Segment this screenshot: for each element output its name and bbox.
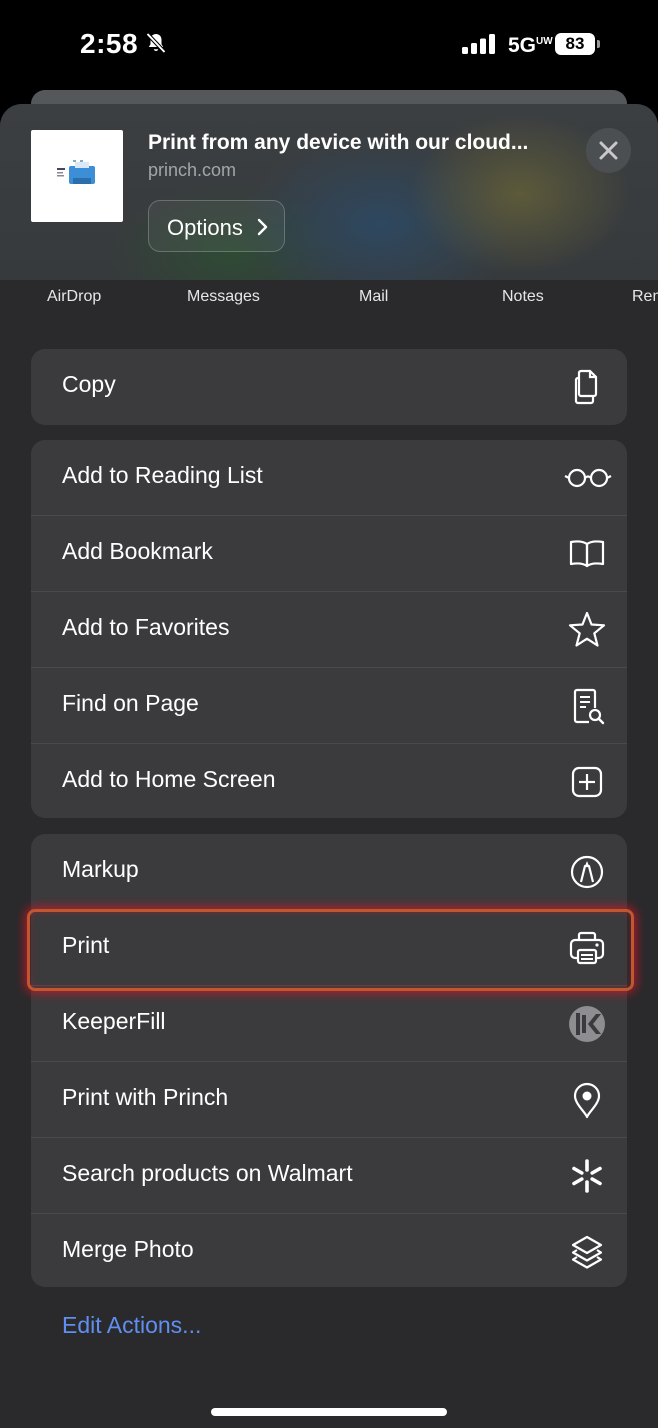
action-add-bookmark[interactable]: Add Bookmark (31, 516, 627, 592)
action-copy[interactable]: Copy (31, 349, 627, 425)
find-document-icon (573, 688, 605, 725)
action-add-home-screen[interactable]: Add to Home Screen (31, 744, 627, 818)
clock-time: 2:58 (80, 28, 139, 59)
app-mail[interactable]: Mail (359, 288, 388, 306)
action-label: Add to Favorites (62, 614, 230, 640)
battery-indicator: 83 (555, 33, 603, 57)
action-search-walmart[interactable]: Search products on Walmart (31, 1138, 627, 1214)
action-find-on-page[interactable]: Find on Page (31, 668, 627, 744)
app-messages[interactable]: Messages (187, 288, 260, 306)
close-button[interactable] (586, 128, 631, 173)
action-group-safari: Add to Reading List Add Bookmark Add to … (31, 440, 627, 818)
chevron-right-icon (257, 218, 268, 236)
action-print[interactable]: Print (31, 910, 627, 986)
edit-actions-link[interactable]: Edit Actions... (62, 1312, 201, 1339)
location-pin-icon (573, 1082, 601, 1119)
app-notes[interactable]: Notes (502, 288, 544, 306)
app-reminders[interactable]: Rem (632, 288, 658, 306)
action-group-extensions: Markup Print KeeperFill Print with Princ (31, 834, 627, 1287)
network-label: 5GUW (508, 34, 553, 57)
action-label: Markup (62, 856, 139, 882)
action-add-reading-list[interactable]: Add to Reading List (31, 440, 627, 516)
action-group-copy: Copy (31, 349, 627, 425)
cellular-signal-icon (462, 34, 495, 54)
app-airdrop[interactable]: AirDrop (47, 288, 101, 306)
walmart-spark-icon (572, 1159, 602, 1193)
status-bar: 2:58 5GUW 83 (0, 0, 658, 90)
action-print-with-princh[interactable]: Print with Princh (31, 1062, 627, 1138)
printer-icon (569, 931, 605, 965)
action-label: Find on Page (62, 690, 199, 716)
share-preview-header: Print from any device with our cloud... … (0, 104, 658, 280)
action-add-favorites[interactable]: Add to Favorites (31, 592, 627, 668)
home-indicator[interactable] (211, 1408, 447, 1416)
action-label: Print with Princh (62, 1084, 229, 1110)
glasses-icon (564, 468, 612, 488)
options-label: Options (167, 215, 243, 240)
action-label: Search products on Walmart (62, 1160, 353, 1186)
action-label: Merge Photo (62, 1236, 194, 1262)
close-icon (599, 141, 618, 160)
keeper-icon (569, 1006, 605, 1042)
action-label: Add to Reading List (62, 462, 263, 488)
action-label: Add Bookmark (62, 538, 213, 564)
options-button[interactable]: Options (148, 200, 285, 252)
markup-icon (570, 855, 604, 889)
bell-slash-icon (146, 32, 166, 54)
action-label: KeeperFill (62, 1008, 166, 1034)
battery-level: 83 (555, 33, 595, 55)
preview-title: Print from any device with our cloud... (148, 131, 529, 154)
star-icon (568, 611, 606, 647)
share-apps-row: AirDrop Messages Mail Notes Rem (0, 280, 658, 320)
action-keeperfill[interactable]: KeeperFill (31, 986, 627, 1062)
action-label: Add to Home Screen (62, 766, 276, 792)
action-markup[interactable]: Markup (31, 834, 627, 910)
plus-square-icon (571, 766, 603, 798)
copy-icon (574, 369, 598, 405)
action-label: Copy (62, 371, 116, 397)
book-icon (569, 540, 605, 568)
page-thumbnail (31, 130, 123, 222)
action-merge-photo[interactable]: Merge Photo (31, 1214, 627, 1287)
action-label: Print (62, 932, 110, 958)
layers-icon (571, 1235, 603, 1269)
preview-domain: princh.com (148, 160, 237, 180)
